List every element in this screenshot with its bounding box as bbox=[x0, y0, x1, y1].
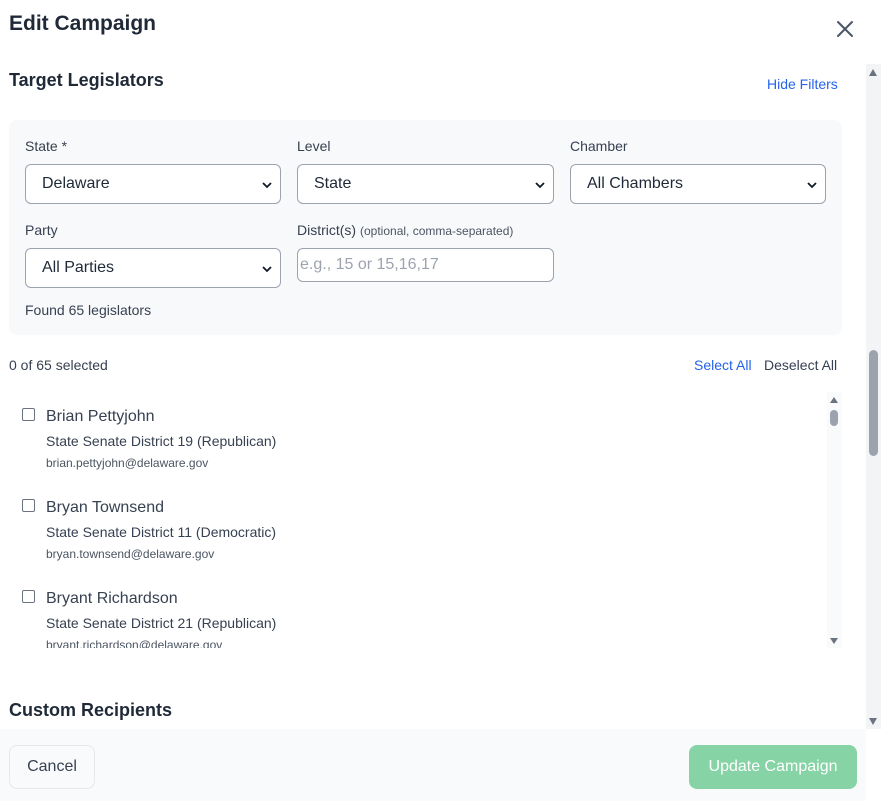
deselect-all-link[interactable]: Deselect All bbox=[764, 357, 837, 373]
list-item[interactable]: Bryant Richardson State Senate District … bbox=[9, 574, 824, 648]
scroll-up-arrow-icon[interactable] bbox=[869, 69, 877, 76]
list-item[interactable]: Bryan Townsend State Senate District 11 … bbox=[9, 483, 824, 574]
chevron-down-icon bbox=[535, 182, 545, 189]
scrollbar-thumb[interactable] bbox=[869, 350, 878, 456]
chamber-select[interactable]: All Chambers bbox=[570, 164, 826, 204]
list-scrollbar-thumb[interactable] bbox=[830, 410, 838, 426]
districts-label-text: District(s) bbox=[297, 222, 357, 238]
legislator-email: brian.pettyjohn@delaware.gov bbox=[46, 456, 209, 470]
cancel-button[interactable]: Cancel bbox=[9, 745, 95, 789]
party-select-value: All Parties bbox=[42, 259, 115, 276]
list-scrollbar[interactable] bbox=[827, 392, 842, 648]
close-button[interactable] bbox=[832, 16, 858, 42]
party-select[interactable]: All Parties bbox=[25, 248, 281, 288]
filter-panel: State * Delaware Level State Chamber All… bbox=[9, 120, 842, 335]
close-icon bbox=[837, 21, 853, 37]
legislator-checkbox[interactable] bbox=[22, 590, 35, 603]
state-select[interactable]: Delaware bbox=[25, 164, 281, 204]
update-campaign-button[interactable]: Update Campaign bbox=[689, 745, 857, 789]
legislator-name: Bryant Richardson bbox=[46, 590, 178, 607]
level-select-value: State bbox=[314, 175, 352, 192]
scroll-up-arrow-icon[interactable] bbox=[830, 397, 838, 403]
districts-input[interactable] bbox=[297, 248, 554, 282]
selected-count: 0 of 65 selected bbox=[9, 357, 108, 373]
legislator-checkbox[interactable] bbox=[22, 499, 35, 512]
legislator-email: bryan.townsend@delaware.gov bbox=[46, 547, 215, 561]
legislator-checkbox[interactable] bbox=[22, 408, 35, 421]
chevron-down-icon bbox=[262, 266, 272, 273]
level-label: Level bbox=[297, 138, 331, 154]
districts-label: District(s) (optional, comma-separated) bbox=[297, 222, 513, 238]
chevron-down-icon bbox=[262, 182, 272, 189]
legislator-email: bryant.richardson@delaware.gov bbox=[46, 638, 223, 648]
legislator-name: Bryan Townsend bbox=[46, 499, 164, 516]
modal-title: Edit Campaign bbox=[9, 12, 157, 35]
found-count: Found 65 legislators bbox=[25, 302, 152, 318]
state-label: State * bbox=[25, 138, 68, 154]
chamber-label: Chamber bbox=[570, 138, 628, 154]
districts-hint: (optional, comma-separated) bbox=[360, 224, 514, 238]
chevron-down-icon bbox=[807, 182, 817, 189]
custom-recipients-heading: Custom Recipients bbox=[9, 700, 173, 720]
chamber-select-value: All Chambers bbox=[587, 175, 684, 192]
legislator-list[interactable]: Brian Pettyjohn State Senate District 19… bbox=[9, 392, 842, 648]
legislator-role: State Senate District 19 (Republican) bbox=[46, 433, 277, 449]
legislator-name: Brian Pettyjohn bbox=[46, 408, 155, 425]
state-select-value: Delaware bbox=[42, 175, 110, 192]
party-label: Party bbox=[25, 222, 58, 238]
select-all-link[interactable]: Select All bbox=[694, 357, 752, 373]
target-legislators-heading: Target Legislators bbox=[9, 70, 164, 90]
modal-scrollbar[interactable] bbox=[866, 64, 881, 729]
list-item[interactable]: Brian Pettyjohn State Senate District 19… bbox=[9, 392, 824, 483]
hide-filters-link[interactable]: Hide Filters bbox=[767, 76, 838, 92]
legislator-role: State Senate District 11 (Democratic) bbox=[46, 524, 277, 540]
legislator-role: State Senate District 21 (Republican) bbox=[46, 615, 277, 631]
modal-footer: Cancel Update Campaign bbox=[0, 729, 866, 801]
scroll-down-arrow-icon[interactable] bbox=[869, 718, 877, 725]
edit-campaign-modal: Edit Campaign Target Legislators Hide Fi… bbox=[0, 0, 881, 801]
scroll-down-arrow-icon[interactable] bbox=[830, 638, 838, 644]
level-select[interactable]: State bbox=[297, 164, 554, 204]
